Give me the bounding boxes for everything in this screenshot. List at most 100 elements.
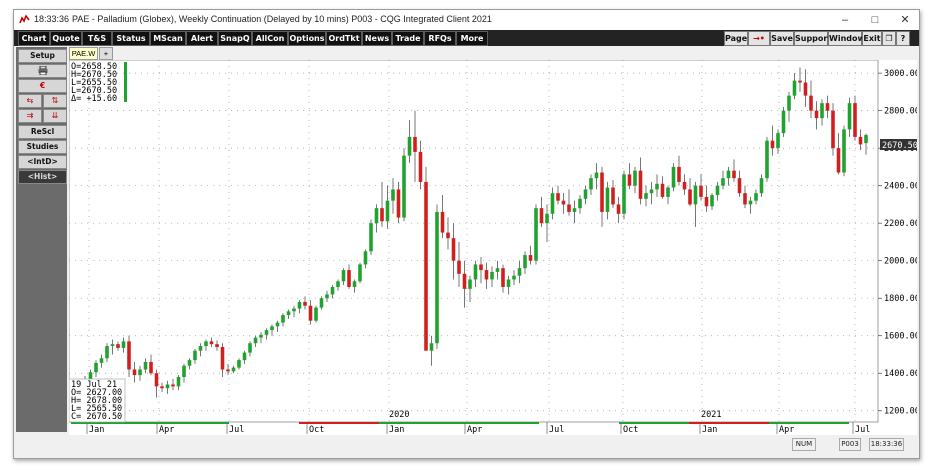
- toolbar-allcon-button[interactable]: AllCon: [252, 31, 288, 46]
- candle-body: [523, 255, 527, 269]
- candle-body: [435, 211, 439, 344]
- toolbar-ts-button[interactable]: T&S: [82, 31, 112, 46]
- candle-body: [407, 136, 412, 156]
- maximize-button[interactable]: □: [862, 12, 888, 28]
- intraday-button[interactable]: <IntD>: [18, 155, 67, 169]
- candle-body: [688, 189, 692, 205]
- toolbar-status-button[interactable]: Status: [112, 31, 150, 46]
- y-tick-label: 1400.00: [884, 369, 917, 379]
- toolbar-support-button[interactable]: Support: [794, 31, 831, 46]
- tab-pae-w[interactable]: PAE.W: [69, 47, 98, 60]
- candle-body: [292, 308, 296, 312]
- zoom-out-button[interactable]: ⇉: [18, 109, 42, 123]
- toolbar-more-button[interactable]: More: [456, 31, 488, 46]
- candle-body: [231, 367, 236, 372]
- candle-body: [820, 103, 824, 119]
- candle-body: [567, 204, 571, 212]
- candle-body: [451, 238, 456, 261]
- candle-body: [677, 166, 681, 182]
- candle-body: [358, 264, 362, 282]
- session-bar: [467, 422, 539, 424]
- candle-body: [787, 95, 791, 111]
- toolbar-window-button[interactable]: Window: [828, 31, 865, 46]
- candle-body: [770, 140, 775, 149]
- candle-body: [352, 281, 357, 287]
- toolbar-alert-button[interactable]: Alert: [186, 31, 218, 46]
- candle-body: [374, 208, 379, 224]
- toolbar-snapq-button[interactable]: SnapQ: [218, 31, 252, 46]
- candle-body: [182, 365, 186, 377]
- toolbar-ordtkt-button[interactable]: OrdTkt: [326, 31, 362, 46]
- history-button[interactable]: <Hist>: [18, 170, 67, 184]
- current-bar-marker: [124, 62, 127, 102]
- candle-body: [473, 264, 478, 280]
- close-button[interactable]: ✕: [892, 12, 918, 28]
- zoom-in-button[interactable]: ⇊: [43, 109, 67, 123]
- candle-body: [88, 372, 93, 379]
- candle-body: [638, 170, 643, 199]
- toolbar-help-button[interactable]: ?: [896, 31, 910, 46]
- candle-body: [858, 136, 863, 145]
- candle-body: [242, 352, 247, 361]
- currency-button[interactable]: €: [18, 79, 67, 93]
- candle-body: [528, 255, 533, 261]
- candle-body: [633, 170, 637, 186]
- candle-body: [413, 136, 417, 152]
- page-indicator: P003: [839, 438, 861, 451]
- candle-body: [853, 103, 857, 137]
- candle-body: [484, 270, 489, 280]
- scroll-right-button[interactable]: ⇅: [43, 94, 67, 108]
- candle-body: [490, 271, 494, 280]
- toolbar-page-button[interactable]: Page: [724, 31, 748, 46]
- toolbar-exit-button[interactable]: Exit: [862, 31, 882, 46]
- candle-body: [165, 384, 170, 389]
- candle-body: [286, 311, 291, 316]
- toolbar-save-button[interactable]: Save: [770, 31, 794, 46]
- candle-body: [825, 103, 830, 111]
- toolbar-chart-button[interactable]: Chart: [18, 31, 50, 46]
- candle-body: [726, 170, 731, 179]
- num-lock-indicator: NUM: [792, 438, 816, 451]
- add-tab-button[interactable]: +: [99, 47, 113, 60]
- candle-body: [270, 326, 274, 331]
- candle-body: [616, 204, 621, 214]
- candle-body: [847, 103, 852, 130]
- candle-body: [396, 189, 401, 218]
- minimize-button[interactable]: –: [832, 12, 858, 28]
- printer-icon: [38, 65, 47, 76]
- y-tick-label: 2200.00: [884, 219, 917, 229]
- candle-body: [363, 251, 368, 265]
- x-month-label: Apr: [159, 425, 174, 435]
- candle-body: [556, 193, 560, 201]
- scroll-left-button[interactable]: ⇆: [18, 94, 42, 108]
- toolbar-quote-button[interactable]: Quote: [50, 31, 82, 46]
- x-month-label: Apr: [779, 425, 794, 435]
- candle-body: [143, 361, 148, 370]
- candle-body: [138, 369, 142, 376]
- toolbar-send-button[interactable]: →•: [748, 31, 770, 46]
- candle-body: [204, 341, 208, 347]
- toolbar-mscan-button[interactable]: MScan: [150, 31, 186, 46]
- candle-body: [545, 213, 549, 224]
- setup-button[interactable]: Setup: [18, 49, 67, 63]
- toolbar-rfqs-button[interactable]: RFQs: [424, 31, 456, 46]
- candle-body: [842, 129, 846, 173]
- price-chart[interactable]: 3000.002800.002600.002400.002200.002000.…: [69, 60, 917, 435]
- toolbar-options-button[interactable]: Options: [288, 31, 326, 46]
- rescale-button[interactable]: ReScl: [18, 125, 67, 139]
- candle-body: [275, 322, 280, 327]
- toolbar-news-button[interactable]: News: [362, 31, 392, 46]
- candle-body: [781, 110, 786, 134]
- candle-body: [495, 268, 500, 272]
- candle-body: [160, 386, 164, 389]
- studies-button[interactable]: Studies: [18, 140, 67, 154]
- candle-body: [424, 181, 428, 351]
- candle-body: [226, 369, 230, 372]
- candle-body: [259, 334, 263, 338]
- print-button[interactable]: [18, 64, 67, 78]
- candle-body: [380, 208, 384, 222]
- toolbar-restore-button[interactable]: ❐: [882, 31, 896, 46]
- candle-body: [583, 189, 588, 199]
- toolbar-trade-button[interactable]: Trade: [392, 31, 424, 46]
- candle-body: [501, 268, 505, 287]
